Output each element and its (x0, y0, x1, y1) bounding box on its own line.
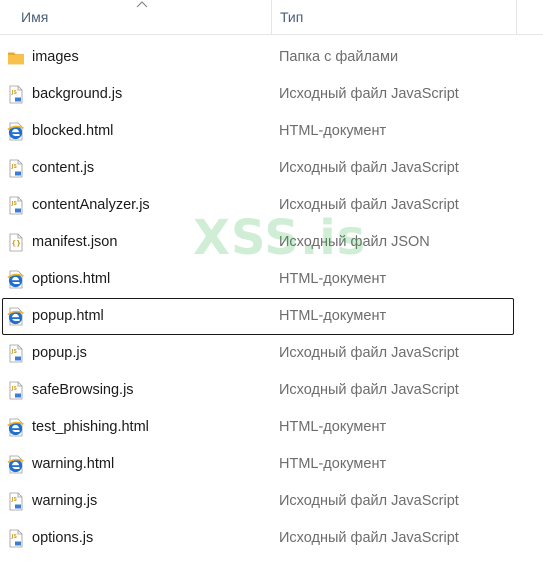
file-name: background.js (32, 86, 123, 102)
js-file-icon: JS (7, 529, 25, 548)
file-type: HTML-документ (279, 271, 387, 287)
edge-html-icon (7, 270, 25, 289)
file-type: HTML-документ (279, 456, 387, 472)
edge-html-icon (7, 307, 25, 326)
file-row[interactable]: {} manifest.json Исходный файл JSON (2, 224, 514, 261)
file-type: Папка с файлами (279, 49, 399, 65)
file-row[interactable]: JS options.js Исходный файл JavaScript (2, 520, 514, 557)
file-name: images (32, 49, 79, 65)
file-type: HTML-документ (279, 123, 387, 139)
svg-text:JS: JS (11, 534, 18, 540)
file-list: images Папка с файлами JS background.js Ис… (0, 39, 543, 557)
js-file-icon: JS (7, 196, 25, 215)
json-file-icon: {} (7, 233, 25, 252)
js-file-icon: JS (7, 159, 25, 178)
folder-icon (7, 48, 25, 67)
file-name: popup.js (32, 345, 87, 361)
file-row[interactable]: popup.html HTML-документ (2, 298, 514, 335)
file-name: options.js (32, 530, 94, 546)
svg-text:JS: JS (11, 497, 18, 503)
column-header-bar: Имя Тип (0, 0, 543, 35)
file-row[interactable]: JS content.js Исходный файл JavaScript (2, 150, 514, 187)
file-name: test_phishing.html (32, 419, 149, 435)
file-row[interactable]: warning.html HTML-документ (2, 446, 514, 483)
file-name: popup.html (32, 308, 104, 324)
column-header-type[interactable]: Тип (271, 0, 516, 34)
file-type: Исходный файл JavaScript (279, 530, 459, 546)
file-name: options.html (32, 271, 111, 287)
js-file-icon: JS (7, 344, 25, 363)
svg-text:JS: JS (11, 90, 18, 96)
edge-html-icon (7, 418, 25, 437)
file-row[interactable]: JS contentAnalyzer.js Исходный файл JavaS… (2, 187, 514, 224)
edge-html-icon (7, 455, 25, 474)
svg-text:JS: JS (11, 201, 18, 207)
file-row[interactable]: blocked.html HTML-документ (2, 113, 514, 150)
svg-text:JS: JS (11, 349, 18, 355)
sort-ascending-chevron-icon (136, 1, 148, 8)
file-type: Исходный файл JavaScript (279, 345, 459, 361)
js-file-icon: JS (7, 381, 25, 400)
js-file-icon: JS (7, 85, 25, 104)
svg-text:{}: {} (11, 240, 21, 248)
js-file-icon: JS (7, 492, 25, 511)
file-type: Исходный файл JavaScript (279, 160, 459, 176)
file-name: warning.js (32, 493, 98, 509)
file-row[interactable]: JS warning.js Исходный файл JavaScript (2, 483, 514, 520)
file-row[interactable]: test_phishing.html HTML-документ (2, 409, 514, 446)
svg-text:JS: JS (11, 164, 18, 170)
file-type: HTML-документ (279, 419, 387, 435)
file-type: Исходный файл JavaScript (279, 382, 459, 398)
edge-html-icon (7, 122, 25, 141)
file-type: Исходный файл JavaScript (279, 86, 459, 102)
file-row[interactable]: options.html HTML-документ (2, 261, 514, 298)
file-name: manifest.json (32, 234, 118, 250)
file-row[interactable]: images Папка с файлами (2, 39, 514, 76)
file-name: warning.html (32, 456, 115, 472)
column-divider[interactable] (516, 0, 517, 34)
svg-text:JS: JS (11, 386, 18, 392)
file-type: Исходный файл JavaScript (279, 197, 459, 213)
file-row[interactable]: JS safeBrowsing.js Исходный файл JavaScri… (2, 372, 514, 409)
file-type: HTML-документ (279, 308, 387, 324)
file-row[interactable]: JS background.js Исходный файл JavaScript (2, 76, 514, 113)
file-name: contentAnalyzer.js (32, 197, 150, 213)
file-type: Исходный файл JavaScript (279, 493, 459, 509)
file-name: safeBrowsing.js (32, 382, 134, 398)
file-explorer-window: Имя Тип images Папка с файлами JS backgro… (0, 0, 543, 587)
file-name: blocked.html (32, 123, 114, 139)
file-type: Исходный файл JSON (279, 234, 430, 250)
file-name: content.js (32, 160, 95, 176)
file-row[interactable]: JS popup.js Исходный файл JavaScript (2, 335, 514, 372)
